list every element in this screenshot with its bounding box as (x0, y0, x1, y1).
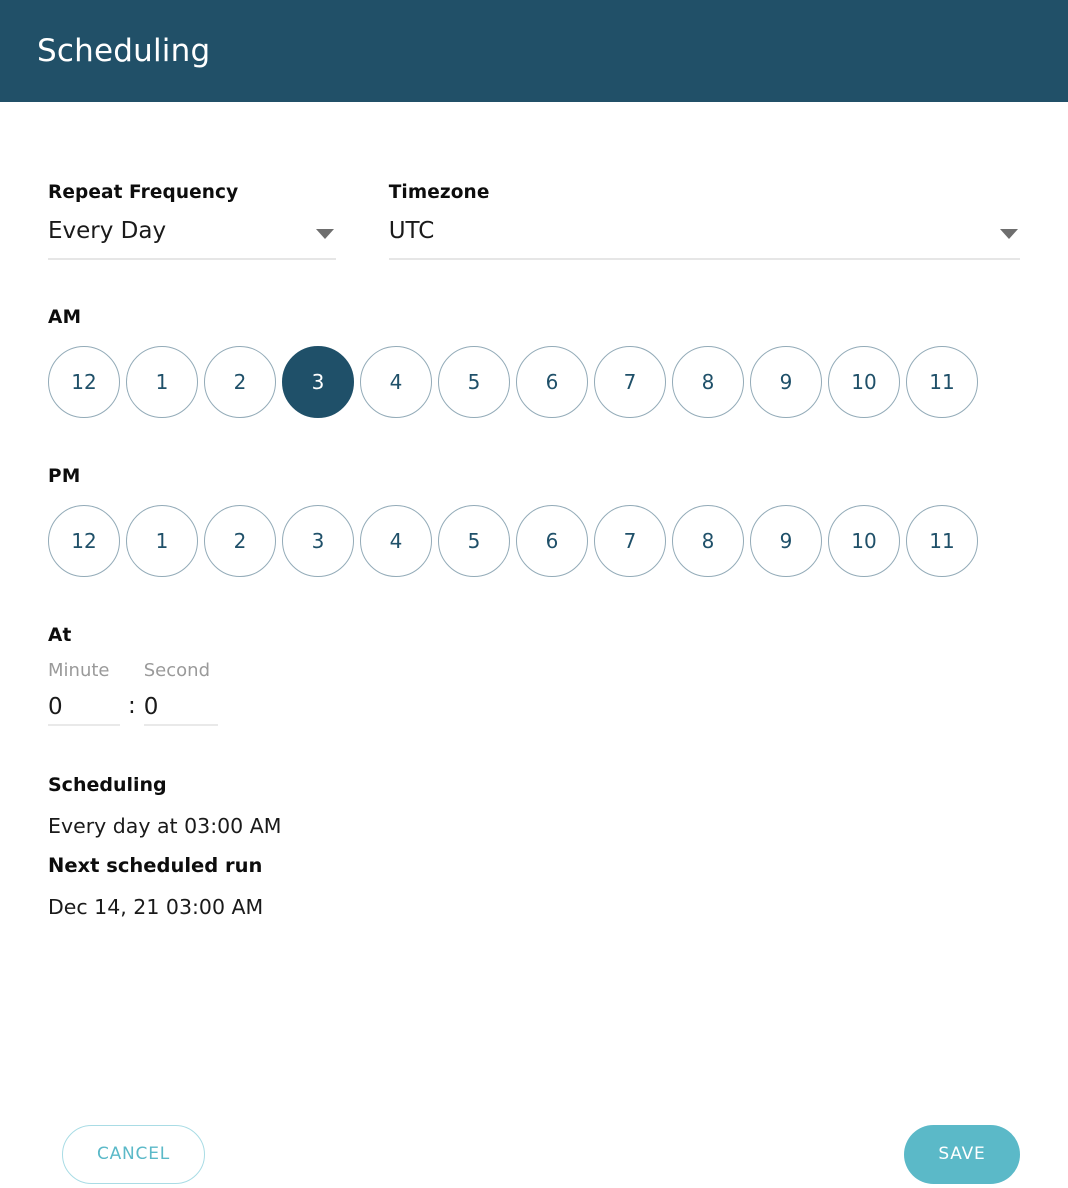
pm-label: PM (48, 466, 81, 487)
hour-circle-am-6[interactable]: 6 (516, 346, 588, 418)
pm-hours-block: PM 12 1 2 3 4 5 6 7 8 9 10 11 (48, 466, 1020, 577)
minute-field: Minute 0 (48, 660, 120, 726)
repeat-frequency-label: Repeat Frequency (48, 182, 239, 203)
dialog-actions: CANCEL SAVE (48, 1124, 1020, 1184)
second-field: Second 0 (143, 660, 218, 726)
timezone-value: UTC (388, 218, 435, 244)
hour-circle-pm-11[interactable]: 11 (906, 505, 978, 577)
hour-circle-am-8[interactable]: 8 (672, 346, 744, 418)
hour-circle-pm-12[interactable]: 12 (48, 505, 120, 577)
cancel-button[interactable]: CANCEL (62, 1124, 205, 1184)
hour-circle-pm-5[interactable]: 5 (438, 505, 510, 577)
repeat-frequency-field: Repeat Frequency Every Day (48, 182, 336, 260)
hour-circle-am-7[interactable]: 7 (594, 346, 666, 418)
timezone-field: Timezone UTC (388, 182, 1020, 260)
page-title: Scheduling (37, 33, 211, 69)
hour-circle-pm-6[interactable]: 6 (516, 505, 588, 577)
am-hour-row: 12 1 2 3 4 5 6 7 8 9 10 11 (48, 346, 1020, 418)
chevron-down-icon (1000, 229, 1018, 239)
pm-hour-row: 12 1 2 3 4 5 6 7 8 9 10 11 (48, 505, 1020, 577)
at-block: At Minute 0 : Second 0 (48, 625, 1020, 726)
hour-circle-pm-10[interactable]: 10 (828, 505, 900, 577)
scheduling-summary: Scheduling Every day at 03:00 AM Next sc… (48, 774, 1020, 919)
hour-circle-pm-1[interactable]: 1 (126, 505, 198, 577)
hour-circle-pm-9[interactable]: 9 (750, 505, 822, 577)
hour-circle-am-12[interactable]: 12 (48, 346, 120, 418)
time-separator: : (128, 693, 136, 719)
hour-circle-am-5[interactable]: 5 (438, 346, 510, 418)
summary-description: Every day at 03:00 AM (48, 814, 282, 838)
save-button[interactable]: SAVE (904, 1124, 1020, 1184)
chevron-down-icon (315, 229, 334, 239)
hour-circle-pm-7[interactable]: 7 (594, 505, 666, 577)
timezone-label: Timezone (388, 182, 490, 203)
hour-circle-am-1[interactable]: 1 (126, 346, 198, 418)
second-input[interactable]: 0 (143, 696, 218, 726)
hour-circle-pm-2[interactable]: 2 (204, 505, 276, 577)
hour-circle-am-3[interactable]: 3 (282, 346, 354, 418)
minute-caption: Minute (48, 660, 110, 681)
top-field-row: Repeat Frequency Every Day Timezone UTC (48, 102, 1020, 260)
hour-circle-am-2[interactable]: 2 (204, 346, 276, 418)
am-hours-block: AM 12 1 2 3 4 5 6 7 8 9 10 11 (48, 307, 1020, 418)
dialog-content: Repeat Frequency Every Day Timezone UTC … (0, 102, 1068, 1184)
app-header: Scheduling (0, 0, 1068, 102)
second-caption: Second (143, 660, 210, 681)
timezone-select[interactable]: UTC (388, 218, 1020, 260)
minute-input[interactable]: 0 (48, 696, 120, 726)
hour-circle-am-4[interactable]: 4 (360, 346, 432, 418)
repeat-frequency-select[interactable]: Every Day (48, 220, 336, 260)
hour-circle-pm-4[interactable]: 4 (360, 505, 432, 577)
time-inputs: Minute 0 : Second 0 (48, 660, 1020, 726)
repeat-frequency-value: Every Day (48, 218, 167, 244)
am-label: AM (48, 307, 82, 328)
next-run-value: Dec 14, 21 03:00 AM (48, 895, 264, 919)
hour-circle-pm-3[interactable]: 3 (282, 505, 354, 577)
hour-circle-pm-8[interactable]: 8 (672, 505, 744, 577)
at-label: At (48, 625, 72, 646)
next-run-label: Next scheduled run (48, 854, 263, 877)
hour-circle-am-11[interactable]: 11 (906, 346, 978, 418)
hour-circle-am-9[interactable]: 9 (750, 346, 822, 418)
hour-circle-am-10[interactable]: 10 (828, 346, 900, 418)
summary-title: Scheduling (48, 774, 167, 796)
